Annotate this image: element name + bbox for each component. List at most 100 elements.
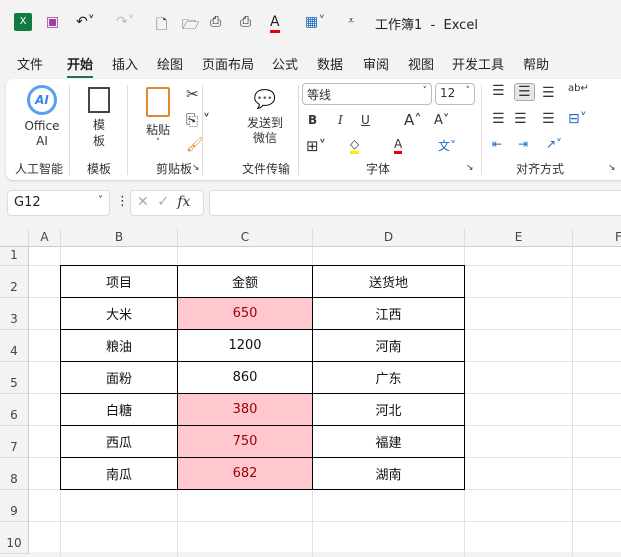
wrap-text-icon[interactable]: ab↵ — [568, 83, 589, 94]
dialog-launcher-icon[interactable]: ↘ — [192, 163, 200, 173]
column-header[interactable]: F — [573, 228, 621, 247]
font-name-select[interactable]: 等线 ˅ — [302, 83, 432, 105]
place-cell[interactable]: 福建 — [312, 425, 465, 458]
align-left-icon[interactable]: ☰ — [492, 111, 505, 127]
print-icon[interactable]: ⎙ — [240, 14, 251, 30]
copy-icon[interactable]: ⎘ ˅ — [186, 111, 210, 129]
amount-cell[interactable]: 682 — [177, 457, 313, 490]
tab-formulas[interactable]: 公式 — [272, 54, 298, 73]
send-wechat-button[interactable]: 💬 发送到微信 — [244, 89, 286, 146]
tab-view[interactable]: 视图 — [408, 54, 434, 73]
row-header[interactable]: 1 — [0, 247, 29, 266]
formula-input[interactable] — [209, 190, 621, 216]
name-box[interactable]: G12 ˅ — [7, 190, 110, 216]
cut-icon[interactable]: ✂ — [186, 85, 199, 103]
spreadsheet-grid: A B C D E F 1 2 3 4 5 6 7 8 9 10 项目 金额 送货地… — [0, 228, 621, 557]
new-file-icon[interactable]: 🗋 — [156, 14, 167, 38]
print-preview-icon[interactable]: ⎙ — [210, 14, 221, 30]
place-cell[interactable]: 河北 — [312, 393, 465, 426]
tab-file[interactable]: 文件 — [17, 54, 43, 73]
ribbon-tabs: 文件 开始 插入 绘图 页面布局 公式 数据 审阅 视图 开发工具 帮助 — [0, 52, 621, 78]
row-header[interactable]: 9 — [0, 490, 29, 522]
column-header[interactable]: A — [29, 228, 61, 247]
item-cell[interactable]: 白糖 — [60, 393, 178, 426]
office-ai-button[interactable]: AI Office AI — [20, 85, 64, 149]
enter-icon[interactable]: ✓ — [157, 194, 169, 210]
tab-page-layout[interactable]: 页面布局 — [202, 54, 254, 73]
header-cell[interactable]: 项目 — [60, 265, 178, 298]
tab-draw[interactable]: 绘图 — [157, 54, 183, 73]
amount-cell[interactable]: 650 — [177, 297, 313, 330]
place-cell[interactable]: 湖南 — [312, 457, 465, 490]
increase-indent-icon[interactable]: ⇥ — [518, 137, 528, 151]
header-cell[interactable]: 金额 — [177, 265, 313, 298]
more-options-icon[interactable]: ⋮ — [116, 194, 129, 209]
align-center-icon[interactable]: ☰ — [514, 111, 527, 127]
row-header[interactable]: 3 — [0, 298, 29, 330]
ai-icon: AI — [27, 85, 57, 115]
row-header[interactable]: 8 — [0, 458, 29, 490]
row-header[interactable]: 4 — [0, 330, 29, 362]
font-size-select[interactable]: 12 ˅ — [435, 83, 475, 105]
tab-insert[interactable]: 插入 — [112, 54, 138, 73]
row-header[interactable]: 2 — [0, 266, 29, 298]
tab-help[interactable]: 帮助 — [523, 54, 549, 73]
column-header[interactable]: E — [465, 228, 573, 247]
amount-cell[interactable]: 860 — [177, 361, 313, 394]
place-cell[interactable]: 河南 — [312, 329, 465, 362]
amount-cell[interactable]: 750 — [177, 425, 313, 458]
header-cell[interactable]: 送货地 — [312, 265, 465, 298]
tab-developer[interactable]: 开发工具 — [452, 54, 504, 73]
tab-review[interactable]: 审阅 — [363, 54, 389, 73]
open-icon[interactable]: 🗁 — [182, 14, 199, 38]
paste-button[interactable]: 粘贴 ˅ — [142, 87, 174, 148]
quick-access-toolbar: X ▣ ↶˅ ↷˅ 🗋 🗁 ⎙ ⎙ A ▦˅ ⩡ 工作簿1 - Excel — [0, 10, 621, 38]
undo-icon[interactable]: ↶˅ — [76, 14, 95, 30]
save-icon[interactable]: ▣ — [46, 14, 59, 30]
borders-icon[interactable]: ⊞˅ — [306, 137, 326, 155]
fill-color-icon[interactable]: ◇ — [350, 137, 360, 154]
redo-icon[interactable]: ↷˅ — [116, 14, 135, 30]
item-cell[interactable]: 西瓜 — [60, 425, 178, 458]
orientation-icon[interactable]: ↗˅ — [546, 137, 562, 151]
decrease-font-icon[interactable]: A˅ — [434, 113, 449, 128]
column-header[interactable]: B — [61, 228, 178, 247]
place-cell[interactable]: 广东 — [312, 361, 465, 394]
align-bottom-icon[interactable]: ☰ — [542, 85, 555, 101]
row-header[interactable]: 7 — [0, 426, 29, 458]
select-all-corner[interactable] — [0, 228, 29, 247]
merge-center-icon[interactable]: ⊟˅ — [568, 111, 587, 127]
italic-button[interactable]: I — [338, 113, 343, 127]
dialog-launcher-icon[interactable]: ↘ — [608, 163, 616, 173]
amount-cell[interactable]: 380 — [177, 393, 313, 426]
row-header[interactable]: 5 — [0, 362, 29, 394]
item-cell[interactable]: 大米 — [60, 297, 178, 330]
amount-cell[interactable]: 1200 — [177, 329, 313, 362]
template-button[interactable]: 模板 — [84, 87, 114, 149]
table-format-icon[interactable]: ▦˅ — [305, 14, 325, 30]
align-top-icon[interactable]: ☰ — [492, 83, 505, 99]
insert-function-button[interactable]: fx — [177, 194, 190, 210]
cancel-icon[interactable]: ✕ — [137, 194, 149, 210]
place-cell[interactable]: 江西 — [312, 297, 465, 330]
row-header[interactable]: 6 — [0, 394, 29, 426]
increase-font-icon[interactable]: A˄ — [404, 111, 422, 129]
font-color-icon[interactable]: A — [270, 14, 280, 33]
customize-qat-icon[interactable]: ⩡ — [348, 14, 354, 28]
tab-home[interactable]: 开始 — [67, 54, 94, 78]
tab-data[interactable]: 数据 — [317, 54, 343, 73]
font-color-button[interactable]: A — [394, 137, 403, 154]
column-header[interactable]: C — [178, 228, 313, 247]
item-cell[interactable]: 粮油 — [60, 329, 178, 362]
column-header[interactable]: D — [313, 228, 465, 247]
align-middle-icon[interactable]: ☰ — [514, 83, 535, 101]
bold-button[interactable]: B — [308, 113, 317, 127]
item-cell[interactable]: 南瓜 — [60, 457, 178, 490]
decrease-indent-icon[interactable]: ⇤ — [492, 137, 502, 151]
underline-button[interactable]: U — [361, 113, 370, 127]
align-right-icon[interactable]: ☰ — [542, 111, 555, 127]
row-header[interactable]: 10 — [0, 522, 29, 554]
phonetic-icon[interactable]: 文˅ — [438, 137, 456, 154]
item-cell[interactable]: 面粉 — [60, 361, 178, 394]
dialog-launcher-icon[interactable]: ↘ — [466, 163, 474, 173]
